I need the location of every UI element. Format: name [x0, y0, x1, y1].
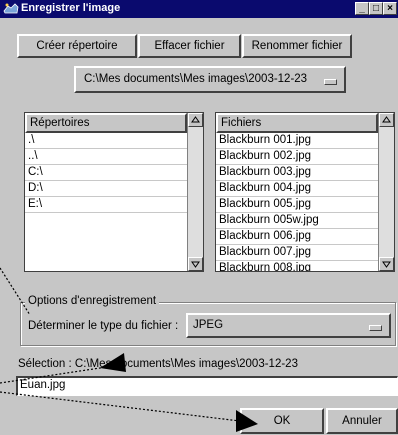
directories-header: Répertoires [25, 113, 187, 133]
directories-list-body[interactable]: .\ ..\ C:\ D:\ E:\ [25, 133, 187, 271]
file-item[interactable]: Blackburn 004.jpg [216, 181, 378, 197]
file-type-select[interactable]: JPEG [186, 313, 391, 338]
create-folder-button[interactable]: Créer répertoire [17, 34, 137, 58]
rename-file-button[interactable]: Renommer fichier [242, 34, 352, 58]
file-item[interactable]: Blackburn 003.jpg [216, 165, 378, 181]
files-list-body[interactable]: Blackburn 001.jpg Blackburn 002.jpg Blackb… [216, 133, 378, 271]
dropdown-arrow-icon [324, 79, 337, 85]
title-bar[interactable]: Enregistrer l'image _ □ × [0, 0, 398, 18]
window-title: Enregistrer l'image [21, 2, 121, 14]
minimize-button[interactable]: _ [355, 2, 369, 15]
cancel-button[interactable]: Annuler [326, 408, 398, 434]
save-options-label: Options d'enregistrement [25, 295, 160, 307]
scroll-down-arrow-icon[interactable] [379, 257, 394, 271]
scroll-up-arrow-icon[interactable] [188, 113, 203, 127]
directory-item[interactable]: E:\ [25, 197, 187, 213]
directories-list[interactable]: Répertoires .\ ..\ C:\ D:\ E:\ [24, 112, 204, 272]
file-item[interactable]: Blackburn 001.jpg [216, 133, 378, 149]
file-item[interactable]: Blackburn 005w.jpg [216, 213, 378, 229]
files-scrollbar[interactable] [378, 113, 394, 271]
image-app-icon [3, 2, 19, 15]
directory-item[interactable]: ..\ [25, 149, 187, 165]
delete-file-button[interactable]: Effacer fichier [138, 34, 241, 58]
selection-path-label: Sélection : C:\Mes documents\Mes images\… [18, 358, 298, 370]
close-button[interactable]: × [383, 2, 397, 15]
file-item[interactable]: Blackburn 006.jpg [216, 229, 378, 245]
path-select[interactable]: C:\Mes documents\Mes images\2003-12-23 [74, 66, 346, 93]
file-item[interactable]: Blackburn 005.jpg [216, 197, 378, 213]
files-list[interactable]: Fichiers Blackburn 001.jpg Blackburn 002.… [215, 112, 395, 272]
annotation-arrow-line [0, 391, 249, 423]
scroll-down-arrow-icon[interactable] [188, 257, 203, 271]
file-type-value: JPEG [193, 319, 224, 331]
directories-scrollbar[interactable] [187, 113, 203, 271]
file-type-label: Déterminer le type du fichier : [28, 320, 179, 332]
maximize-button[interactable]: □ [369, 2, 383, 15]
dropdown-arrow-icon [369, 325, 382, 331]
directory-item[interactable]: .\ [25, 133, 187, 149]
filename-input[interactable]: Euan.jpg [16, 376, 398, 396]
files-header: Fichiers [216, 113, 378, 133]
file-item[interactable]: Blackburn 007.jpg [216, 245, 378, 261]
file-item[interactable]: Blackburn 008.jpg [216, 261, 378, 271]
filename-value: Euan.jpg [20, 379, 66, 391]
scroll-up-arrow-icon[interactable] [379, 113, 394, 127]
save-image-dialog: Enregistrer l'image _ □ × Créer répertoi… [0, 0, 398, 435]
directory-item[interactable]: D:\ [25, 181, 187, 197]
ok-button[interactable]: OK [240, 408, 324, 434]
file-item[interactable]: Blackburn 002.jpg [216, 149, 378, 165]
path-select-value: C:\Mes documents\Mes images\2003-12-23 [84, 73, 308, 85]
directory-item[interactable]: C:\ [25, 165, 187, 181]
